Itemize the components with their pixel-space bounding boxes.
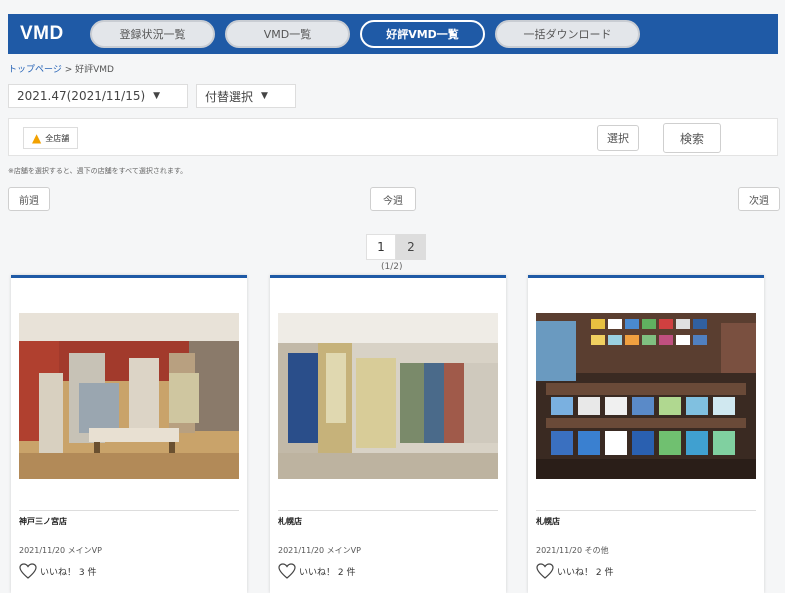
card-divider (278, 510, 498, 511)
department-select[interactable]: 付替選択 ▼ (196, 84, 296, 108)
page-1-button[interactable]: 1 (366, 234, 396, 260)
search-button[interactable]: 検索 (663, 123, 721, 153)
store-chip[interactable]: ▲ 全店舗 (23, 127, 79, 149)
like-count: 3 件 (78, 567, 97, 578)
store-name: 神戸三ノ宮店 (19, 517, 67, 526)
top-nav-bar: VMD 登録状況一覧 VMD一覧 好評VMD一覧 一括ダウンロード (8, 14, 778, 54)
page-count: (1/2) (381, 262, 403, 272)
store-name: 札幌店 (536, 517, 560, 526)
filter-note: ※店舗を選択すると、週下の店舗をすべて選択されます。 (8, 167, 188, 175)
post-date: 2021/11/20 その他 (536, 546, 609, 555)
week-select-value: 2021.47(2021/11/15) (17, 89, 146, 103)
store-chip-label: 全店舗 (45, 133, 70, 143)
store-filter-bar: ▲ 全店舗 選択 検索 (8, 118, 778, 156)
pagination: 1 2 (366, 234, 426, 260)
heart-icon (19, 563, 37, 579)
vmd-card[interactable]: 神戸三ノ宮店 2021/11/20 メインVP いいね！ 3 件 (11, 275, 247, 593)
card-divider (19, 510, 239, 511)
nav-popular-vmd-list[interactable]: 好評VMD一覧 (360, 20, 485, 48)
like-count: 2 件 (337, 567, 356, 578)
post-date: 2021/11/20 メインVP (278, 546, 361, 555)
select-button[interactable]: 選択 (597, 125, 639, 151)
chevron-down-icon: ▼ (153, 91, 161, 101)
post-date: 2021/11/20 メインVP (19, 546, 102, 555)
nav-vmd-list[interactable]: VMD一覧 (225, 20, 350, 48)
heart-icon (278, 563, 296, 579)
breadcrumb-separator: > (61, 65, 76, 75)
next-week-button[interactable]: 次週 (738, 187, 780, 211)
store-group-icon: ▲ (32, 131, 42, 145)
week-select[interactable]: 2021.47(2021/11/15) ▼ (8, 84, 188, 108)
breadcrumb-home[interactable]: トップページ (8, 65, 62, 75)
like-button[interactable]: いいね！ 2 件 (536, 563, 613, 579)
like-count: 2 件 (595, 567, 614, 578)
nav-registration-status[interactable]: 登録状況一覧 (90, 20, 215, 48)
prev-week-button[interactable]: 前週 (8, 187, 50, 211)
nav-bulk-download[interactable]: 一括ダウンロード (495, 20, 640, 48)
like-button[interactable]: いいね！ 3 件 (19, 563, 96, 579)
card-divider (536, 510, 756, 511)
vmd-photo[interactable] (19, 313, 239, 479)
vmd-card[interactable]: 札幌店 2021/11/20 メインVP いいね！ 2 件 (270, 275, 506, 593)
like-button[interactable]: いいね！ 2 件 (278, 563, 355, 579)
page-2-button[interactable]: 2 (396, 234, 426, 260)
department-select-value: 付替選択 (205, 89, 254, 104)
vmd-photo[interactable] (278, 313, 498, 479)
like-label: いいね！ (557, 567, 594, 578)
like-label: いいね！ (299, 567, 336, 578)
breadcrumb: トップページ > 好評VMD (8, 62, 114, 75)
current-week-button[interactable]: 今週 (370, 187, 416, 211)
chevron-down-icon: ▼ (261, 91, 268, 101)
vmd-photo[interactable] (536, 313, 756, 479)
like-label: いいね！ (40, 567, 77, 578)
heart-icon (536, 563, 554, 579)
breadcrumb-current: 好評VMD (75, 65, 114, 75)
brand-logo: VMD (20, 23, 64, 44)
store-name: 札幌店 (278, 517, 302, 526)
vmd-card[interactable]: 札幌店 2021/11/20 その他 いいね！ 2 件 (528, 275, 764, 593)
